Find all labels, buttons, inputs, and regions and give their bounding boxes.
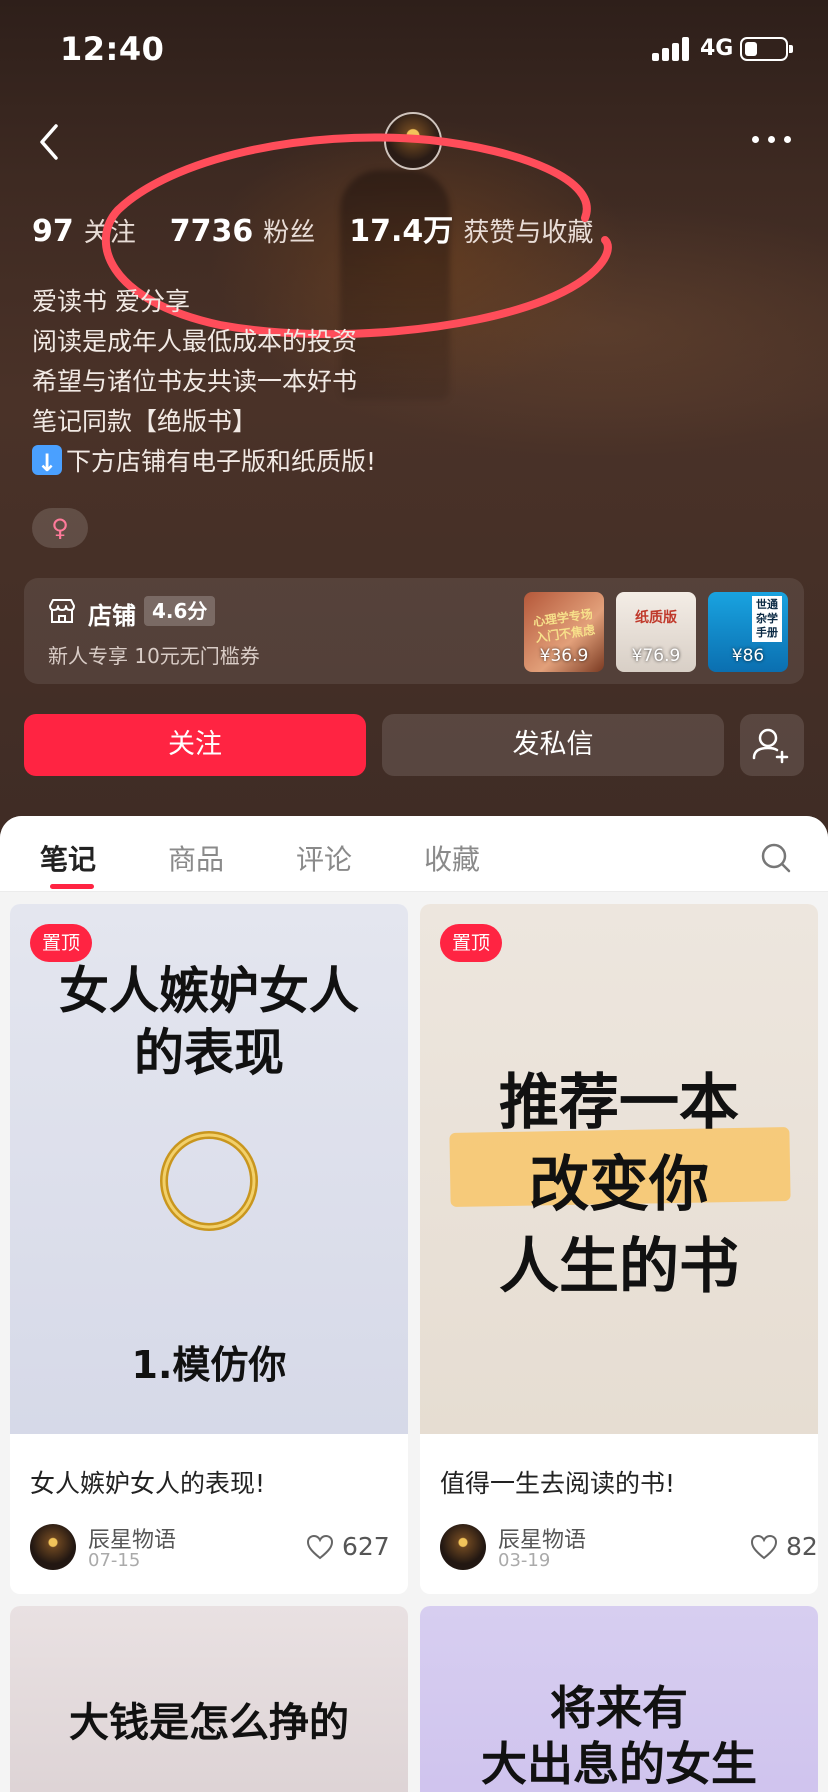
bio-line: 爱读书 爱分享 <box>32 287 190 316</box>
product-thumbnail[interactable]: 心理学专场入门不焦虑 ¥36.9 <box>524 592 604 672</box>
pinned-badge: 置顶 <box>440 924 503 962</box>
profile-stats: 97 关注 7736 粉丝 17.4万 获赞与收藏 <box>32 206 627 250</box>
note-card[interactable]: 将来有 大出息的女生 <box>420 1606 818 1792</box>
post-date: 03-19 <box>498 1550 551 1571</box>
bio-line: 下方店铺有电子版和纸质版! <box>32 442 377 483</box>
battery-icon <box>740 37 793 61</box>
shop-promo: 新人专享 10元无门槛券 <box>48 644 260 668</box>
message-button[interactable]: 发私信 <box>382 714 724 776</box>
note-title: 值得一生去阅读的书! <box>440 1469 676 1498</box>
gender-badge: ♀ <box>32 508 88 548</box>
cover-subtitle: 1.模仿你 <box>131 1343 287 1387</box>
product-cover-text: 心理学专场入门不焦虑 <box>532 606 596 646</box>
follow-button[interactable]: 关注 <box>24 714 366 776</box>
product-thumbnail[interactable]: 世通杂学手册 ¥86 <box>708 592 788 672</box>
signal-icon <box>652 37 692 61</box>
stat-value: 97 <box>32 214 74 249</box>
like-count: 82 <box>786 1532 818 1561</box>
shop-title: 店铺 <box>88 602 136 630</box>
pinned-badge: 置顶 <box>30 924 93 962</box>
cover-title: 大钱是怎么挣的 <box>69 1700 349 1746</box>
stat-following[interactable]: 97 关注 <box>32 212 136 249</box>
network-type: 4G <box>700 36 734 61</box>
status-bar: 12:40 4G <box>0 0 828 100</box>
add-friend-button[interactable] <box>740 714 804 776</box>
stat-likes-collections[interactable]: 17.4万 获赞与收藏 <box>349 206 593 250</box>
stat-value: 17.4万 <box>349 214 454 249</box>
product-cover-text: 纸质版 <box>635 610 677 626</box>
gold-ring-image <box>160 1131 258 1231</box>
stat-label: 粉丝 <box>263 218 316 248</box>
bio-line: 希望与诸位书友共读一本好书 <box>32 367 358 396</box>
product-cover-text: 世通杂学手册 <box>752 596 782 642</box>
note-cover[interactable]: 置顶 推荐一本 改变你 人生的书 <box>420 904 818 1434</box>
active-tab-indicator <box>50 884 94 889</box>
author-avatar[interactable] <box>30 1524 76 1570</box>
tab-notes[interactable]: 笔记 <box>40 838 96 878</box>
product-price: ¥76.9 <box>631 646 681 666</box>
down-arrow-icon <box>32 443 62 483</box>
chevron-left-icon <box>40 124 58 160</box>
note-meta: 辰星物语 03-19 82 <box>440 1522 818 1572</box>
profile-bio: 爱读书 爱分享 阅读是成年人最低成本的投资 希望与诸位书友共读一本好书 笔记同款… <box>32 282 377 483</box>
note-cover[interactable]: 置顶 女人嫉妒女人的表现 1.模仿你 <box>10 904 408 1434</box>
more-options-icon[interactable] <box>752 136 796 146</box>
product-price: ¥36.9 <box>539 646 589 666</box>
note-card[interactable]: 大钱是怎么挣的 <box>10 1606 408 1792</box>
note-cover[interactable]: 将来有 大出息的女生 <box>420 1606 818 1792</box>
stat-label: 关注 <box>83 218 136 248</box>
back-button[interactable] <box>30 120 70 164</box>
shop-card[interactable]: 店铺 4.6分 新人专享 10元无门槛券 心理学专场入门不焦虑 ¥36.9 纸质… <box>24 578 804 684</box>
content-sheet: 笔记 商品 评论 收藏 置顶 女人嫉妒女人的表现 1.模仿你 女人嫉妒女人的表现… <box>0 816 828 1792</box>
heart-icon[interactable] <box>306 1534 334 1560</box>
like-count: 627 <box>342 1532 390 1561</box>
product-price: ¥86 <box>731 646 765 666</box>
note-title: 女人嫉妒女人的表现! <box>30 1469 266 1498</box>
heart-icon[interactable] <box>750 1534 778 1560</box>
cover-title: 女人嫉妒女人的表现 <box>59 962 359 1082</box>
stat-label: 获赞与收藏 <box>463 218 594 248</box>
note-cover[interactable]: 大钱是怎么挣的 <box>10 1606 408 1792</box>
note-meta: 辰星物语 07-15 627 <box>30 1522 390 1572</box>
tab-products[interactable]: 商品 <box>168 838 224 878</box>
note-card[interactable]: 置顶 推荐一本 改变你 人生的书 值得一生去阅读的书! 辰星物语 03-19 8… <box>420 904 818 1594</box>
tab-collections[interactable]: 收藏 <box>424 838 480 878</box>
search-icon[interactable] <box>760 842 792 874</box>
stat-followers[interactable]: 7736 粉丝 <box>170 212 316 249</box>
bio-line-text: 下方店铺有电子版和纸质版! <box>66 447 377 476</box>
status-time: 12:40 <box>60 30 165 68</box>
bio-line: 笔记同款【绝版书】 <box>32 407 258 436</box>
cover-line: 人生的书 <box>499 1232 739 1302</box>
product-thumbnail[interactable]: 纸质版 ¥76.9 <box>616 592 696 672</box>
tab-comments[interactable]: 评论 <box>296 838 352 878</box>
cover-line: 改变你 <box>529 1150 709 1220</box>
profile-avatar[interactable] <box>384 112 442 170</box>
add-user-icon <box>752 728 789 764</box>
content-tabs: 笔记 商品 评论 收藏 <box>0 816 828 892</box>
bio-line: 阅读是成年人最低成本的投资 <box>32 327 358 356</box>
store-icon <box>49 599 75 623</box>
cover-line: 大出息的女生 <box>481 1737 757 1791</box>
stat-value: 7736 <box>169 214 254 249</box>
cover-line: 推荐一本 <box>499 1068 739 1138</box>
author-avatar[interactable] <box>440 1524 486 1570</box>
note-card[interactable]: 置顶 女人嫉妒女人的表现 1.模仿你 女人嫉妒女人的表现! 辰星物语 07-15… <box>10 904 408 1594</box>
shop-score-badge: 4.6分 <box>144 596 216 626</box>
post-date: 07-15 <box>88 1550 141 1571</box>
